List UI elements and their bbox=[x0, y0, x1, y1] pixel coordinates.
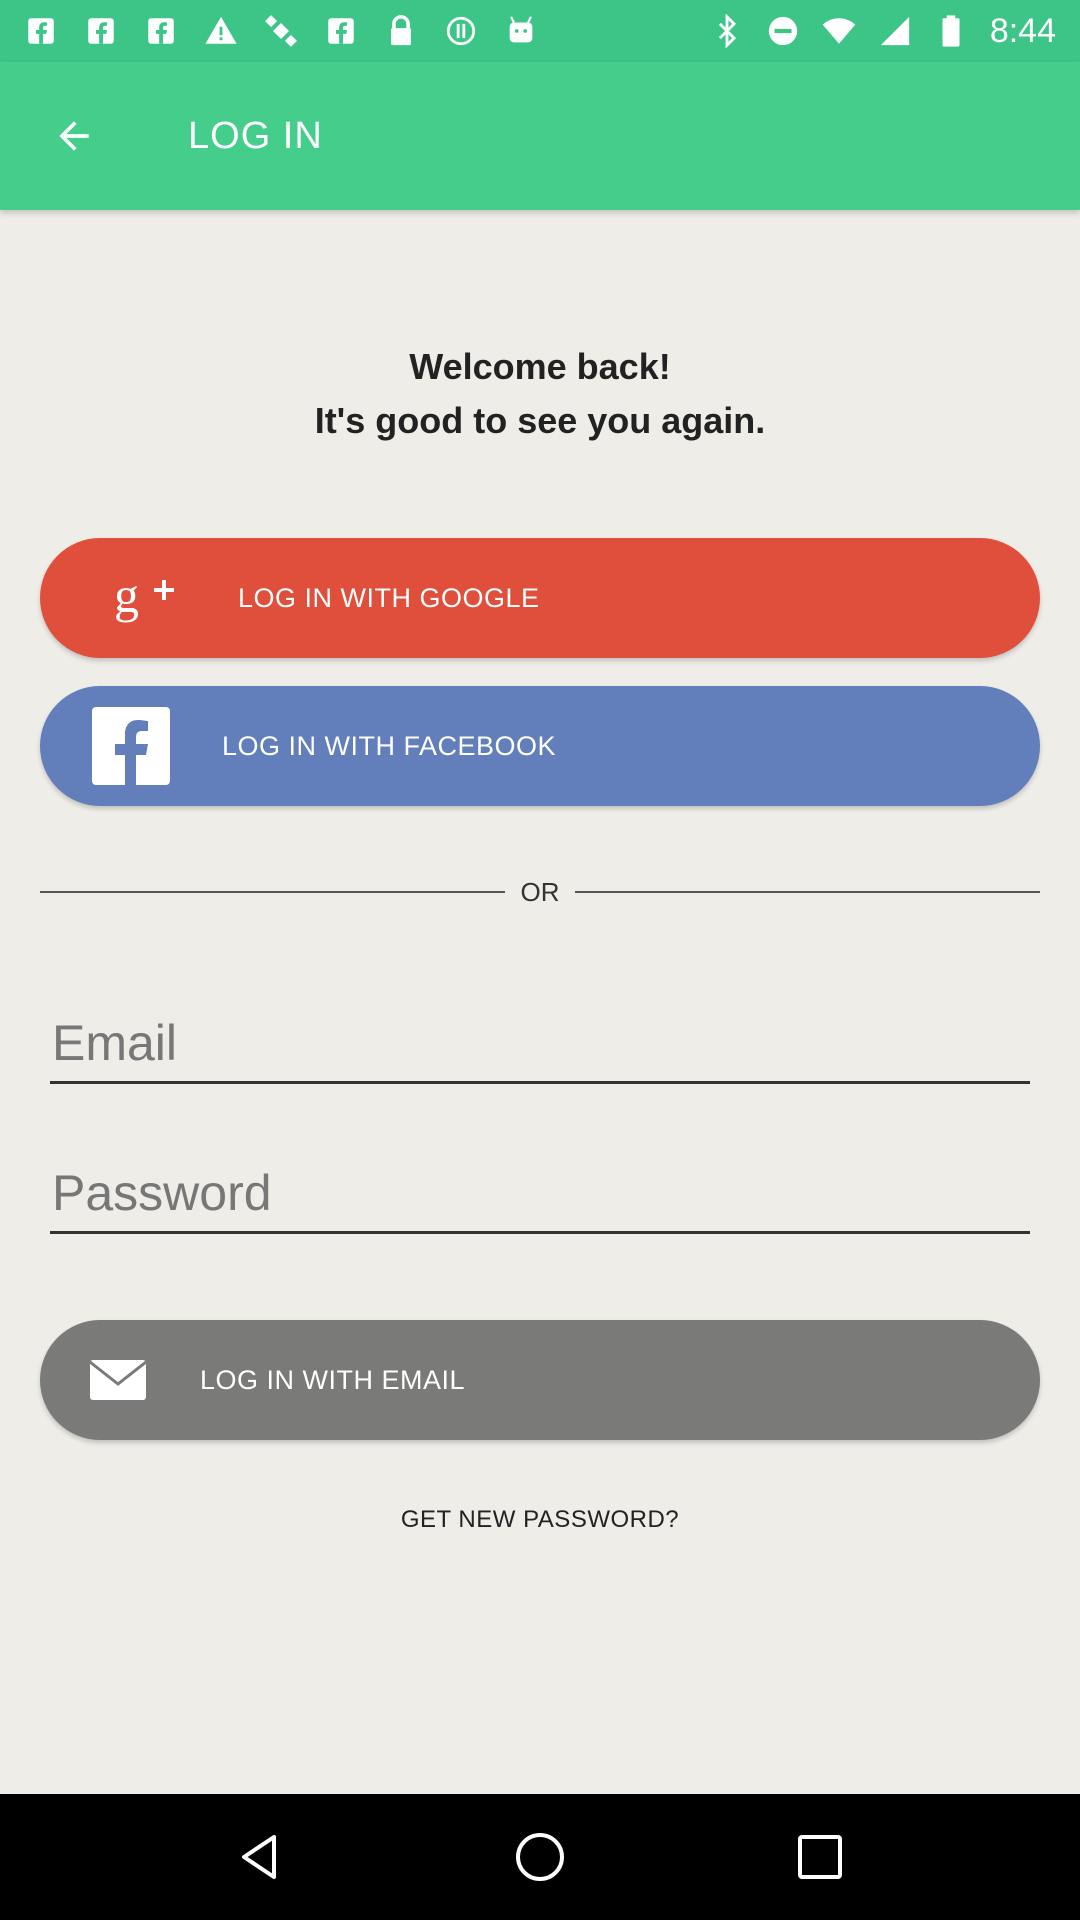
facebook-icon bbox=[92, 707, 170, 785]
email-field[interactable] bbox=[50, 1004, 1030, 1084]
system-nav-bar bbox=[0, 1794, 1080, 1920]
fb-notification-icon bbox=[24, 14, 58, 48]
google-login-label: LOG IN WITH GOOGLE bbox=[238, 582, 540, 613]
email-login-button[interactable]: LOG IN WITH EMAIL bbox=[40, 1320, 1040, 1440]
facebook-login-button[interactable]: LOG IN WITH FACEBOOK bbox=[40, 686, 1040, 806]
signal-icon bbox=[878, 14, 912, 48]
fb-notification-icon bbox=[144, 14, 178, 48]
app-bar: LOG IN bbox=[0, 62, 1080, 210]
nav-recents-button[interactable] bbox=[780, 1817, 860, 1897]
wifi-icon bbox=[822, 14, 856, 48]
fb-notification-icon bbox=[84, 14, 118, 48]
android-icon bbox=[504, 14, 538, 48]
lock-icon bbox=[384, 14, 418, 48]
system-status-icons: 8:44 bbox=[710, 12, 1056, 51]
home-circle-icon bbox=[516, 1833, 564, 1881]
divider-line-left bbox=[40, 891, 505, 893]
welcome-line-2: It's good to see you again. bbox=[314, 400, 766, 441]
status-time: 8:44 bbox=[989, 11, 1056, 50]
nav-back-button[interactable] bbox=[220, 1817, 300, 1897]
page-title: LOG IN bbox=[188, 114, 323, 157]
sync-icon bbox=[444, 14, 478, 48]
svg-text:g: g bbox=[114, 568, 140, 623]
mail-icon bbox=[90, 1360, 146, 1400]
get-new-password-link[interactable]: GET NEW PASSWORD? bbox=[0, 1506, 1080, 1534]
or-divider: OR bbox=[40, 872, 1040, 912]
or-text: OR bbox=[520, 876, 560, 907]
bluetooth-icon bbox=[710, 14, 744, 48]
google-login-button[interactable]: g LOG IN WITH GOOGLE bbox=[40, 538, 1040, 658]
arrow-back-icon bbox=[59, 121, 89, 151]
divider-line-right bbox=[575, 891, 1040, 893]
back-triangle-icon bbox=[242, 1835, 276, 1879]
fb-notification-icon bbox=[324, 14, 358, 48]
nav-home-button[interactable] bbox=[500, 1817, 580, 1897]
status-bar: 8:44 bbox=[0, 0, 1080, 62]
welcome-message: Welcome back! It's good to see you again… bbox=[0, 340, 1080, 448]
notification-icons bbox=[24, 14, 538, 48]
recents-square-icon bbox=[798, 1835, 842, 1879]
welcome-line-1: Welcome back! bbox=[409, 346, 671, 387]
do-not-disturb-icon bbox=[766, 14, 800, 48]
satellite-icon bbox=[264, 14, 298, 48]
warning-icon bbox=[204, 14, 238, 48]
password-field[interactable] bbox=[50, 1154, 1030, 1234]
battery-icon bbox=[934, 14, 968, 48]
login-screen: 8:44 LOG IN Welcome back! It's good to s… bbox=[0, 0, 1080, 1920]
facebook-login-label: LOG IN WITH FACEBOOK bbox=[222, 730, 557, 761]
google-plus-icon: g bbox=[96, 568, 196, 628]
email-login-label: LOG IN WITH EMAIL bbox=[200, 1364, 466, 1395]
back-button[interactable] bbox=[38, 100, 110, 172]
